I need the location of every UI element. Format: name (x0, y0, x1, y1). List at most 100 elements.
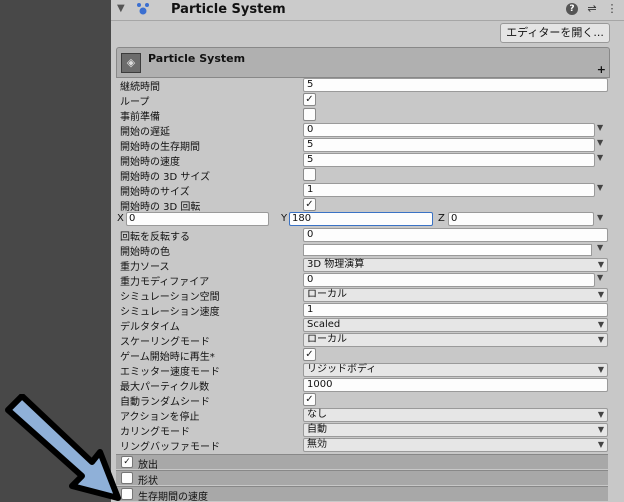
dropdown-value: なし (307, 409, 327, 420)
property-row: 開始の遅延 0 ▼ (116, 122, 609, 138)
property-row: 重力ソース 3D 物理演算 ▼ (116, 257, 609, 273)
rotation-z-field[interactable]: 0 (448, 212, 594, 226)
chevron-down-icon: ▼ (597, 320, 604, 329)
main-module-properties: 継続時間 5 ループ ✓ 事前準備 開始の遅延 0 ▼ 開始時の生存期間 5 ▼ 開始時の速度 5 ▼ 開始… (116, 77, 609, 453)
axis-z-label: Z (438, 213, 445, 224)
dropdown-select[interactable]: Scaled ▼ (303, 318, 608, 332)
module-title: 放出 (138, 460, 158, 471)
property-label: 重力モディファイア (120, 277, 210, 288)
checkbox[interactable]: ✓ (303, 348, 316, 361)
property-row: 開始時の色 ▼ (116, 242, 609, 258)
dropdown-select[interactable]: リジッドボディ ▼ (303, 363, 608, 377)
property-row: デルタタイム Scaled ▼ (116, 317, 609, 333)
property-row: ゲーム開始時に再生* ✓ (116, 347, 609, 363)
component-title: Particle System (171, 2, 286, 17)
open-editor-button[interactable]: エディターを開く... (500, 23, 610, 43)
property-row: シミュレーション速度 1 (116, 302, 609, 318)
context-menu-icon[interactable]: ⋮ (606, 3, 618, 15)
foldout-arrow-icon[interactable]: ▼ (117, 3, 125, 14)
property-row: 開始時の 3D サイズ (116, 167, 609, 183)
property-label: 継続時間 (120, 82, 160, 93)
help-icon[interactable]: ? (566, 3, 578, 15)
property-label: 開始時の速度 (120, 157, 180, 168)
property-label: 事前準備 (120, 112, 160, 123)
property-label: シミュレーション空間 (120, 292, 220, 303)
dropdown-select[interactable]: ローカル ▼ (303, 333, 608, 347)
value-field[interactable]: 5 (303, 138, 595, 152)
checkbox[interactable]: ✓ (303, 198, 316, 211)
property-label: 開始の遅延 (120, 127, 170, 138)
property-label: 開始時の生存期間 (120, 142, 200, 153)
property-row: アクションを停止 なし ▼ (116, 407, 609, 423)
value-field[interactable]: 5 (303, 78, 608, 92)
dropdown-select[interactable]: なし ▼ (303, 408, 608, 422)
property-row: スケーリングモード ローカル ▼ (116, 332, 609, 348)
property-row: カリングモード 自動 ▼ (116, 422, 609, 438)
component-header[interactable]: ▼ Particle System ? ⇌ ⋮ (111, 0, 624, 21)
dropdown-select[interactable]: 3D 物理演算 ▼ (303, 258, 608, 272)
value-field[interactable]: 0 (303, 273, 595, 287)
property-row: 回転を反転する 0 (116, 227, 609, 243)
preset-icon[interactable]: ⇌ (586, 3, 598, 15)
rotation-y-field[interactable]: 180 (289, 212, 433, 226)
value-field[interactable]: 0 (303, 123, 595, 137)
property-row: 事前準備 (116, 107, 609, 123)
checkbox[interactable]: ✓ (303, 393, 316, 406)
dropdown-value: ローカル (307, 334, 347, 345)
property-label: エミッター速度モード (120, 367, 220, 378)
main-module-header[interactable]: ◈ Particle System + (116, 47, 610, 78)
property-label: デルタタイム (120, 322, 180, 333)
dropdown-select[interactable]: 自動 ▼ (303, 423, 608, 437)
color-swatch[interactable] (303, 244, 592, 256)
curve-mode-dropdown-icon[interactable]: ▼ (597, 183, 603, 192)
property-row: シミュレーション空間 ローカル ▼ (116, 287, 609, 303)
curve-mode-dropdown-icon[interactable]: ▼ (597, 123, 603, 132)
value-field[interactable]: 1000 (303, 378, 608, 392)
curve-mode-dropdown-icon[interactable]: ▼ (597, 153, 603, 162)
checkbox[interactable]: ✓ (303, 93, 316, 106)
checkbox[interactable] (303, 108, 316, 121)
arrow-shape (5, 394, 121, 501)
property-label: 最大パーティクル数 (120, 382, 210, 393)
dropdown-value: リジッドボディ (307, 364, 377, 375)
property-row: 開始時のサイズ 1 ▼ (116, 182, 609, 198)
property-row: リングバッファモード 無効 ▼ (116, 437, 609, 453)
property-label: 開始時の 3D サイズ (120, 172, 211, 183)
chevron-down-icon: ▼ (597, 425, 604, 434)
module-header-1[interactable]: 形状 (116, 470, 608, 487)
rotation-x-field[interactable]: 0 (126, 212, 269, 226)
dropdown-select[interactable]: 無効 ▼ (303, 438, 608, 452)
dropdown-value: 無効 (307, 439, 327, 450)
property-row: 継続時間 5 (116, 77, 609, 93)
chevron-down-icon: ▼ (597, 365, 604, 374)
property-label: 開始時の色 (120, 247, 170, 258)
property-label: シミュレーション速度 (120, 307, 220, 318)
property-label: 開始時のサイズ (120, 187, 190, 198)
property-label: 開始時の 3D 回転 (120, 202, 201, 213)
dropdown-select[interactable]: ローカル ▼ (303, 288, 608, 302)
curve-mode-dropdown-icon[interactable]: ▼ (597, 213, 603, 222)
value-field[interactable]: 0 (303, 228, 608, 242)
checkbox[interactable] (303, 168, 316, 181)
property-row: 自動ランダムシード ✓ (116, 392, 609, 408)
property-row: ループ ✓ (116, 92, 609, 108)
property-row: 開始時の 3D 回転 ✓ (116, 197, 609, 213)
property-label: ループ (120, 97, 150, 108)
value-field[interactable]: 1 (303, 183, 595, 197)
dropdown-value: 3D 物理演算 (307, 259, 365, 270)
property-label: スケーリングモード (120, 337, 210, 348)
axis-y-label: Y (281, 213, 288, 224)
module-header-0[interactable]: ✓ 放出 (116, 454, 608, 471)
curve-mode-dropdown-icon[interactable]: ▼ (597, 273, 603, 282)
color-mode-dropdown-icon[interactable]: ▼ (597, 243, 603, 252)
module-header-2[interactable]: 生存期間の速度 (116, 486, 608, 502)
inspector-panel: ▼ Particle System ? ⇌ ⋮ エディターを開く... ◈ Pa… (111, 0, 624, 502)
chevron-down-icon: ▼ (597, 335, 604, 344)
value-field[interactable]: 1 (303, 303, 608, 317)
main-module-title: Particle System (148, 52, 246, 65)
add-icon[interactable]: + (597, 63, 606, 76)
value-field[interactable]: 5 (303, 153, 595, 167)
curve-mode-dropdown-icon[interactable]: ▼ (597, 138, 603, 147)
module-title: 生存期間の速度 (138, 492, 208, 502)
chevron-down-icon: ▼ (597, 410, 604, 419)
